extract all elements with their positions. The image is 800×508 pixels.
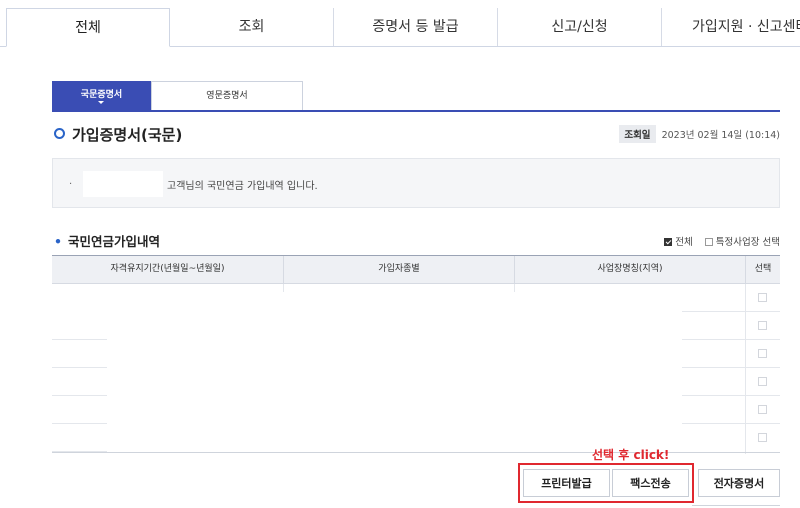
tab-korean-certificate[interactable]: 국문증명서	[52, 81, 151, 110]
info-box: · 고객님의 국민연금 가입내역 입니다.	[52, 158, 780, 208]
row-select-checkbox[interactable]	[758, 293, 767, 302]
table-row	[52, 424, 780, 452]
filter-specific-label: 특정사업장 선택	[715, 237, 780, 248]
tab-korean-certificate-label: 국문증명서	[80, 90, 123, 100]
filter-all-label: 전체	[675, 237, 693, 248]
page-title: 가입증명서(국문)	[54, 124, 182, 145]
circle-bullet-icon	[54, 128, 65, 139]
tab-certificate-issuance[interactable]: 증명서 등 발급	[334, 8, 498, 46]
row-select-checkbox[interactable]	[758, 405, 767, 414]
button-underline	[692, 505, 780, 506]
history-filters: 전체 특정사업장 선택	[664, 234, 780, 248]
selection-hint: 선택 후 click!	[592, 448, 670, 462]
column-workplace: 사업장명칭(지역)	[514, 256, 745, 283]
tab-english-certificate[interactable]: 영문증명서	[151, 81, 303, 110]
table-body	[52, 284, 780, 454]
lookup-date-value: 2023년 02월 14일 (10:14)	[661, 130, 780, 141]
tab-report-application[interactable]: 신고/신청	[498, 8, 662, 46]
table-bottom-border	[52, 452, 780, 453]
dot-bullet-icon: •	[54, 234, 62, 249]
electronic-certificate-button[interactable]: 전자증명서	[698, 469, 780, 497]
history-table: 자격유지기간(년월일~년월일) 가입자종별 사업장명칭(지역) 선택	[52, 255, 780, 454]
lookup-date: 조회일 2023년 02월 14일 (10:14)	[619, 125, 780, 143]
tab-join-support-center[interactable]: 가입지원 · 신고센터	[662, 8, 800, 46]
history-title-text: 국민연금가입내역	[68, 234, 161, 249]
table-row	[52, 312, 780, 340]
table-row	[52, 284, 780, 312]
filter-specific[interactable]: 특정사업장 선택	[704, 237, 780, 248]
filter-all[interactable]: 전체	[664, 237, 693, 248]
column-select: 선택	[745, 256, 780, 283]
top-navigation: 전체 조회 증명서 등 발급 신고/신청 가입지원 · 신고센터	[0, 0, 800, 47]
info-message: 고객님의 국민연금 가입내역 입니다.	[167, 181, 318, 192]
lookup-date-label: 조회일	[619, 125, 656, 143]
table-row	[52, 396, 780, 424]
table-header: 자격유지기간(년월일~년월일) 가입자종별 사업장명칭(지역) 선택	[52, 255, 780, 284]
filter-all-checkbox[interactable]	[664, 237, 673, 246]
table-row	[52, 368, 780, 396]
column-period: 자격유지기간(년월일~년월일)	[110, 264, 225, 274]
history-title: • 국민연금가입내역	[54, 231, 160, 250]
tab-inquiry[interactable]: 조회	[170, 8, 334, 46]
table-row	[52, 340, 780, 368]
row-select-checkbox[interactable]	[758, 349, 767, 358]
row-select-checkbox[interactable]	[758, 321, 767, 330]
page-title-text: 가입증명서(국문)	[72, 126, 183, 144]
certificate-language-tabs: 국문증명서 영문증명서	[52, 81, 780, 112]
filter-specific-checkbox[interactable]	[704, 237, 713, 246]
caret-down-icon	[98, 101, 104, 104]
column-member-type: 가입자종별	[283, 256, 514, 283]
highlight-box	[518, 463, 694, 503]
masked-name	[83, 171, 163, 197]
info-bullet: ·	[69, 179, 73, 190]
row-select-checkbox[interactable]	[758, 433, 767, 442]
row-select-checkbox[interactable]	[758, 377, 767, 386]
tab-all[interactable]: 전체	[6, 8, 170, 47]
